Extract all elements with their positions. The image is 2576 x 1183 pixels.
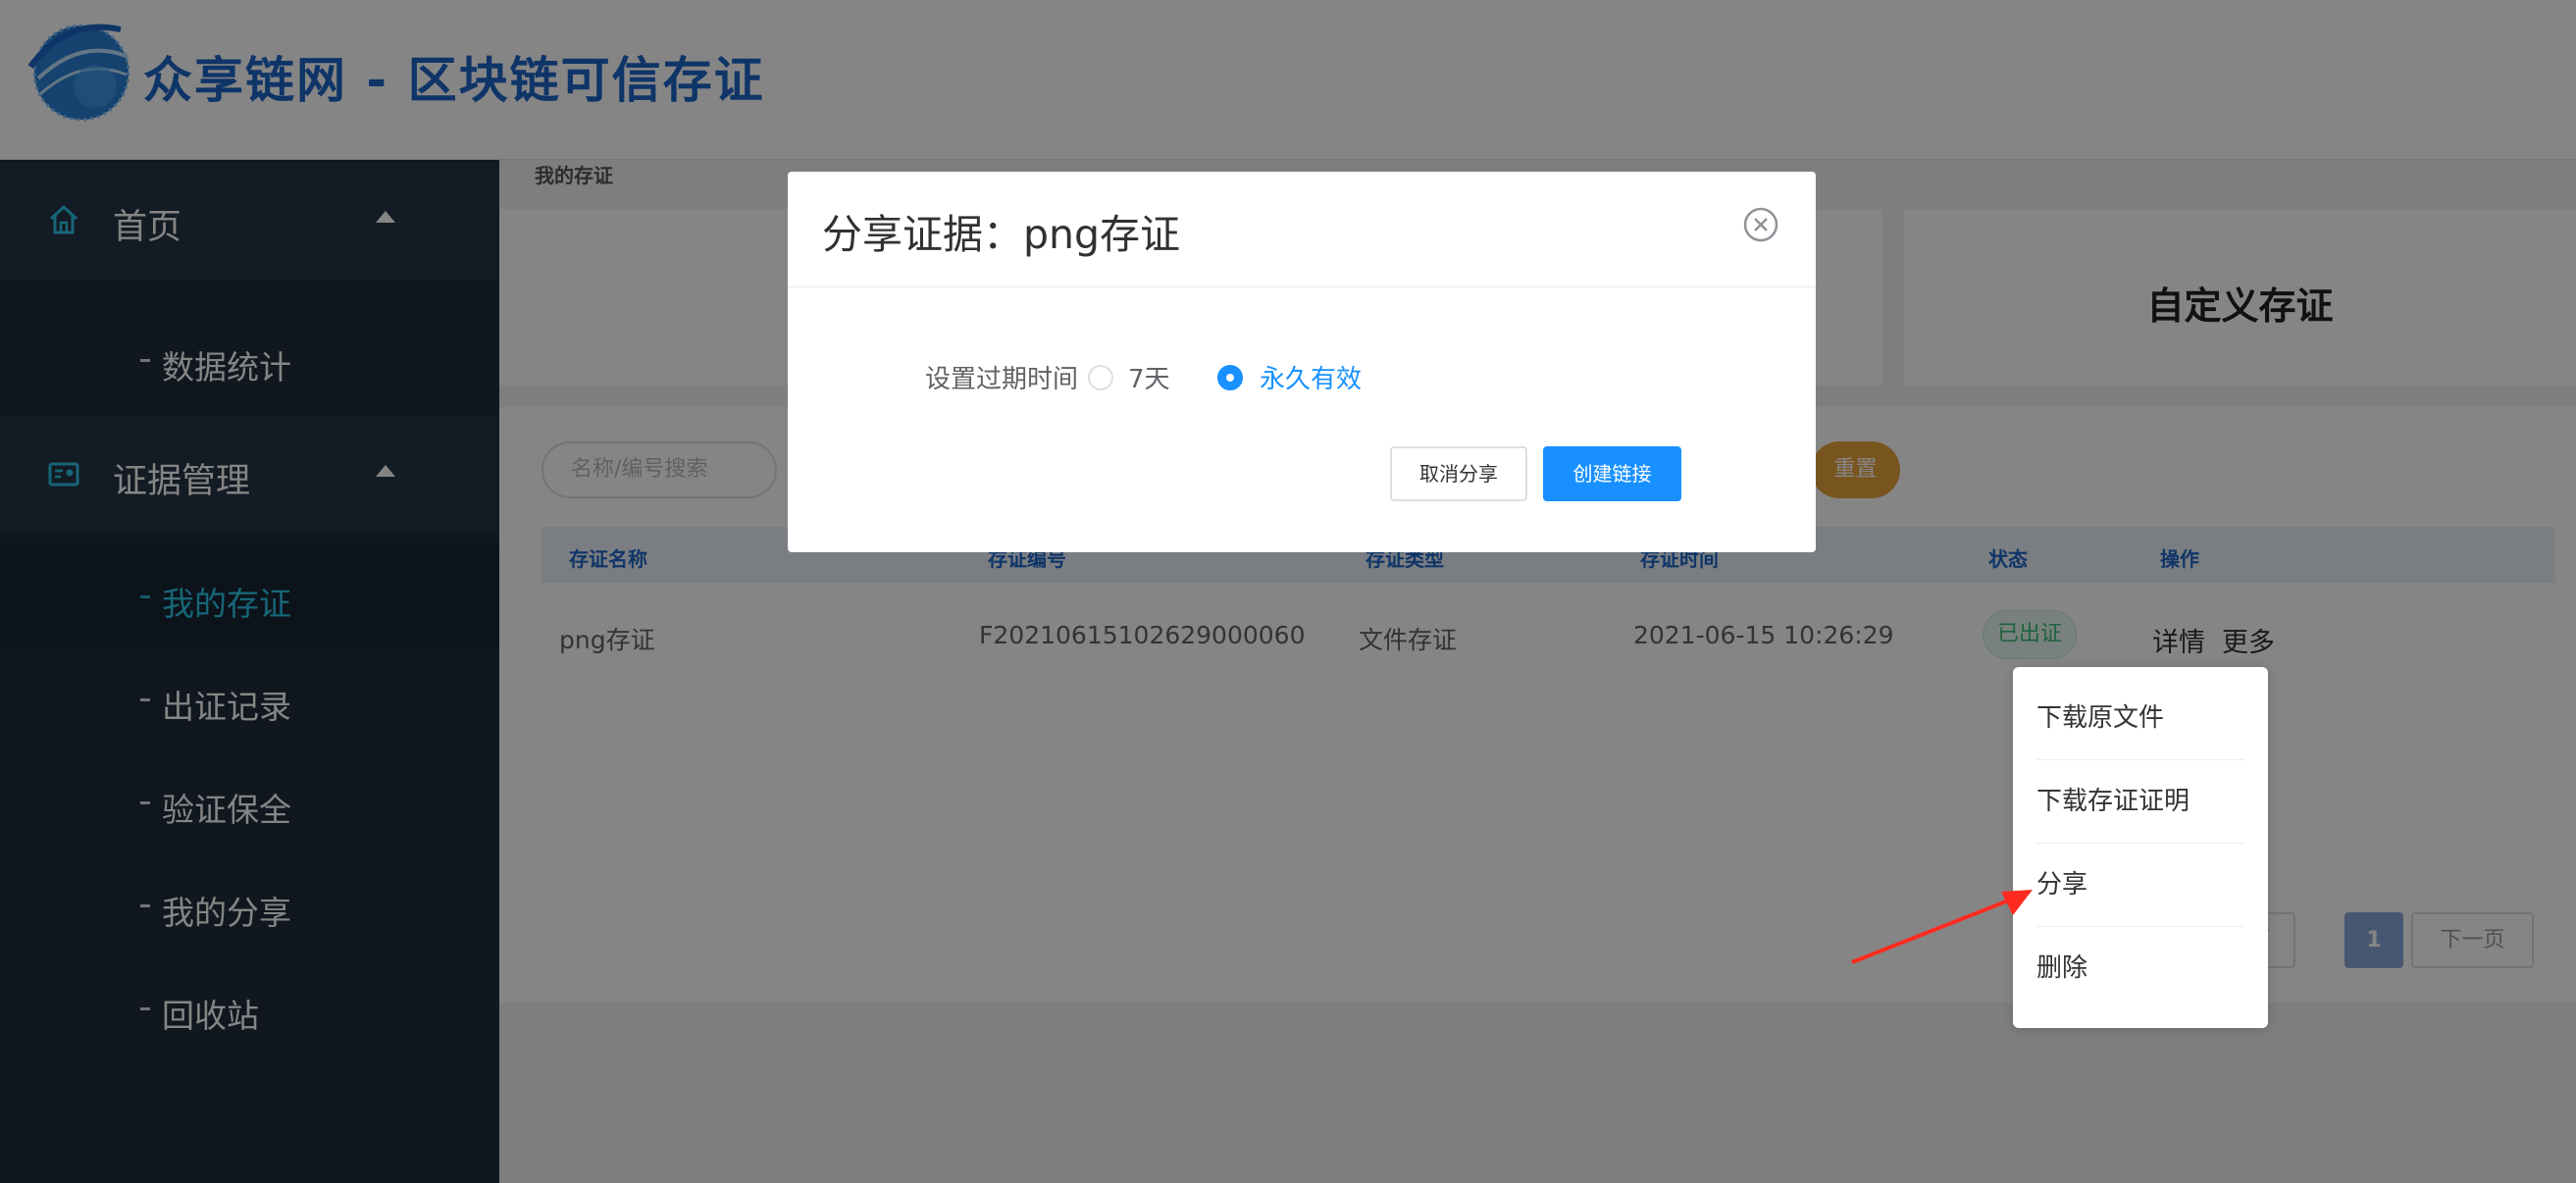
create-link-button[interactable]: 创建链接 [1543,446,1681,501]
menu-item-delete[interactable]: 删除 [2036,927,2244,1010]
menu-item-share[interactable]: 分享 [2036,844,2244,927]
radio-label[interactable]: 7天 [1128,359,1170,395]
dialog-title: 分享证据：png存证 [822,211,1181,258]
radio-label[interactable]: 永久有效 [1260,359,1362,395]
close-icon[interactable] [1742,206,1779,243]
menu-item-download-certificate[interactable]: 下载存证证明 [2036,760,2244,844]
more-dropdown-menu: 下载原文件 下载存证证明 分享 删除 [2013,667,2268,1028]
expire-time-label: 设置过期时间 [925,365,1079,394]
cancel-share-button[interactable]: 取消分享 [1390,446,1527,501]
menu-item-download-original[interactable]: 下载原文件 [2036,677,2244,760]
red-arrow-annotation-icon [1851,890,2033,964]
radio-permanent[interactable] [1217,365,1243,390]
radio-7-days[interactable] [1088,365,1113,390]
dialog-divider [788,286,1816,287]
share-dialog: 分享证据：png存证 设置过期时间 7天 永久有效 取消分享 创建链接 [788,172,1816,552]
